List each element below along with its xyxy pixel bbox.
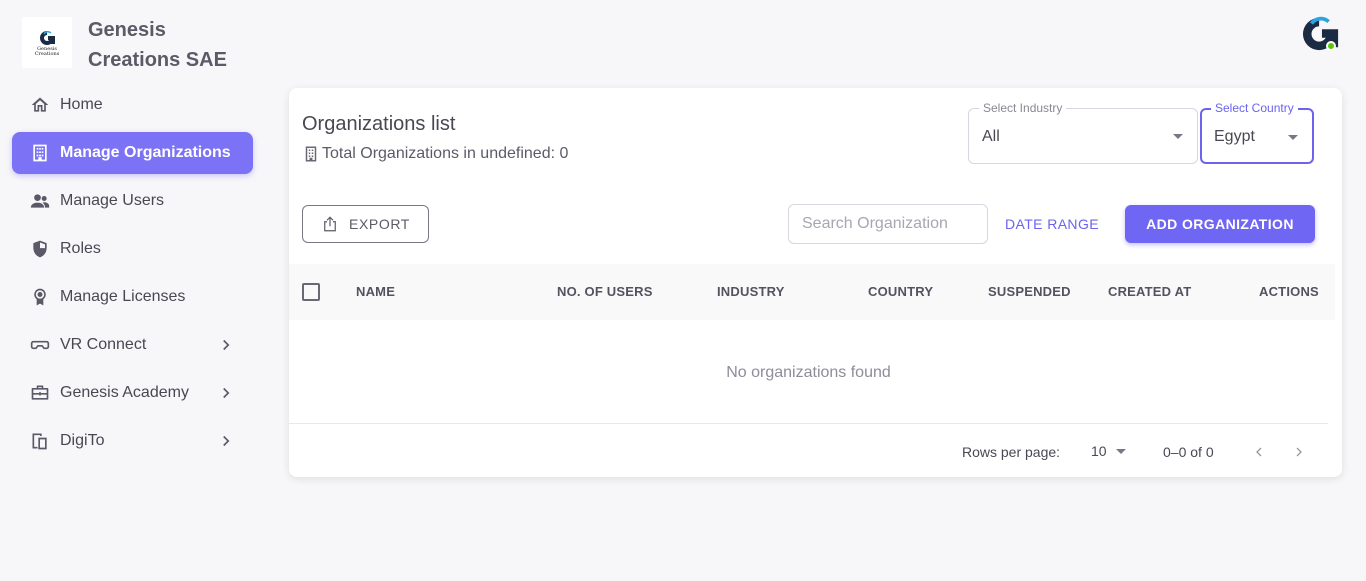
caret-down-icon [1288, 135, 1298, 140]
column-header-industry[interactable]: INDUSTRY [717, 284, 785, 299]
select-industry[interactable]: Select Industry All [968, 101, 1198, 164]
pagination-range: 0–0 of 0 [1163, 444, 1214, 460]
users-icon [30, 191, 50, 211]
building-icon [305, 146, 317, 162]
column-header-actions: ACTIONS [1259, 284, 1319, 299]
share-upload-icon [324, 216, 336, 232]
sidebar-item-manage-organizations[interactable]: Manage Organizations [12, 132, 253, 174]
user-avatar[interactable] [1300, 15, 1342, 53]
select-country-label: Select Country [1211, 101, 1298, 115]
select-country[interactable]: Select Country Egypt [1200, 101, 1314, 164]
export-button[interactable]: EXPORT [302, 205, 429, 243]
online-status-dot [1326, 41, 1336, 51]
next-page-button[interactable] [1288, 441, 1310, 463]
select-country-value: Egypt [1214, 128, 1255, 145]
sidebar-item-manage-licenses[interactable]: Manage Licenses [12, 276, 253, 318]
rows-per-page-value: 10 [1091, 443, 1107, 459]
sidebar-item-label: Genesis Academy [60, 384, 189, 401]
page-title: Organizations list [302, 113, 456, 135]
brand-name: Genesis Creations SAE [88, 19, 227, 71]
chevron-right-icon [217, 432, 235, 450]
logo-text-2: Creations [34, 50, 60, 57]
add-organization-button[interactable]: ADD ORGANIZATION [1125, 205, 1315, 243]
license-badge-icon [30, 287, 50, 307]
column-header-users[interactable]: NO. OF USERS [557, 284, 653, 299]
rows-per-page-label: Rows per page: [962, 444, 1061, 460]
sidebar-item-manage-users[interactable]: Manage Users [12, 180, 253, 222]
chevron-right-icon [1296, 447, 1302, 457]
select-industry-value: All [982, 128, 1000, 145]
building-icon [30, 143, 50, 163]
rows-per-page-select[interactable]: 10 [1091, 443, 1126, 459]
table-pagination: Rows per page: 10 0–0 of 0 [289, 424, 1342, 477]
chevron-left-icon [1256, 447, 1262, 457]
chevron-right-icon [217, 336, 235, 354]
empty-message: No organizations found [726, 364, 891, 381]
sidebar-item-label: Manage Organizations [60, 144, 231, 161]
previous-page-button[interactable] [1248, 441, 1270, 463]
devices-icon [30, 431, 50, 451]
organizations-count-text: Total Organizations in undefined: 0 [322, 145, 569, 162]
sidebar-item-label: Roles [60, 240, 101, 257]
shield-icon [30, 239, 50, 259]
caret-down-icon [1173, 134, 1183, 139]
table-empty-state: No organizations found [289, 320, 1328, 424]
sidebar-nav: Home Manage Organizations Manage Users R… [12, 84, 253, 468]
brand-logo: Genesis Creations [22, 17, 72, 68]
vr-headset-icon [30, 335, 50, 355]
table-header: NAME NO. OF USERS INDUSTRY COUNTRY SUSPE… [289, 264, 1335, 320]
organizations-count: Total Organizations in undefined: 0 [302, 145, 568, 163]
chevron-right-icon [217, 384, 235, 402]
column-header-name[interactable]: NAME [356, 284, 395, 299]
column-header-country[interactable]: COUNTRY [868, 284, 933, 299]
home-icon [30, 95, 50, 115]
column-header-suspended[interactable]: SUSPENDED [988, 284, 1071, 299]
sidebar-item-vr-connect[interactable]: VR Connect [12, 324, 253, 366]
caret-down-icon [1115, 448, 1126, 454]
sidebar-item-label: Manage Users [60, 192, 165, 209]
sidebar-item-label: Home [60, 96, 103, 113]
select-all-checkbox[interactable] [302, 283, 320, 301]
organizations-card: Organizations list Total Organizations i… [289, 88, 1342, 477]
sidebar-item-label: Manage Licenses [60, 288, 186, 305]
brand: Genesis Creations Genesis Creations SAE [22, 17, 227, 71]
logo-mark-icon [40, 30, 55, 45]
date-range-button[interactable]: DATE RANGE [1001, 205, 1103, 243]
sidebar-item-roles[interactable]: Roles [12, 228, 253, 270]
search-input[interactable] [788, 204, 988, 244]
export-label: EXPORT [349, 216, 410, 232]
sidebar-item-home[interactable]: Home [12, 84, 253, 126]
select-industry-label: Select Industry [979, 101, 1067, 115]
column-header-created-at[interactable]: CREATED AT [1108, 284, 1191, 299]
sidebar-item-label: VR Connect [60, 336, 147, 353]
sidebar-item-label: DigiTo [60, 432, 105, 449]
briefcase-icon [30, 383, 50, 403]
sidebar-item-digito[interactable]: DigiTo [12, 420, 253, 462]
sidebar-item-genesis-academy[interactable]: Genesis Academy [12, 372, 253, 414]
